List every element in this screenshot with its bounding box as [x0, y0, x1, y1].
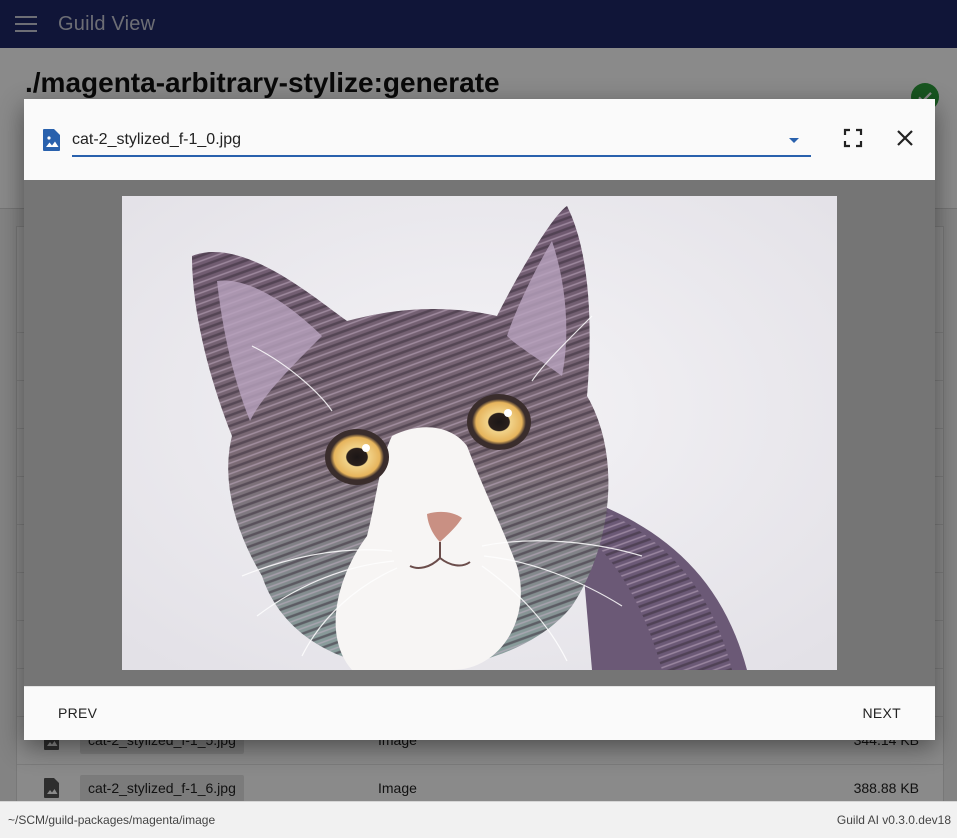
stylized-cat-image	[122, 196, 837, 670]
viewer-header: cat-2_stylized_f-1_0.jpg	[24, 99, 935, 180]
close-icon[interactable]	[894, 127, 916, 149]
image-viewer-dialog: cat-2_stylized_f-1_0.jpg PREV NEXT	[24, 99, 935, 740]
prev-button[interactable]: PREV	[42, 697, 113, 729]
app-version: Guild AI v0.3.0.dev18	[836, 813, 951, 827]
next-button[interactable]: NEXT	[846, 697, 917, 729]
image-file-icon	[43, 129, 60, 151]
file-select[interactable]: cat-2_stylized_f-1_0.jpg	[72, 126, 811, 157]
fullscreen-icon[interactable]	[842, 127, 864, 149]
workspace-path: ~/SCM/guild-packages/magenta/image	[8, 813, 216, 827]
viewer-body	[24, 180, 935, 686]
chevron-down-icon[interactable]	[789, 138, 799, 143]
viewer-actions: PREV NEXT	[24, 686, 935, 740]
selected-file-name: cat-2_stylized_f-1_0.jpg	[72, 131, 241, 148]
status-footer: ~/SCM/guild-packages/magenta/image Guild…	[0, 801, 957, 838]
